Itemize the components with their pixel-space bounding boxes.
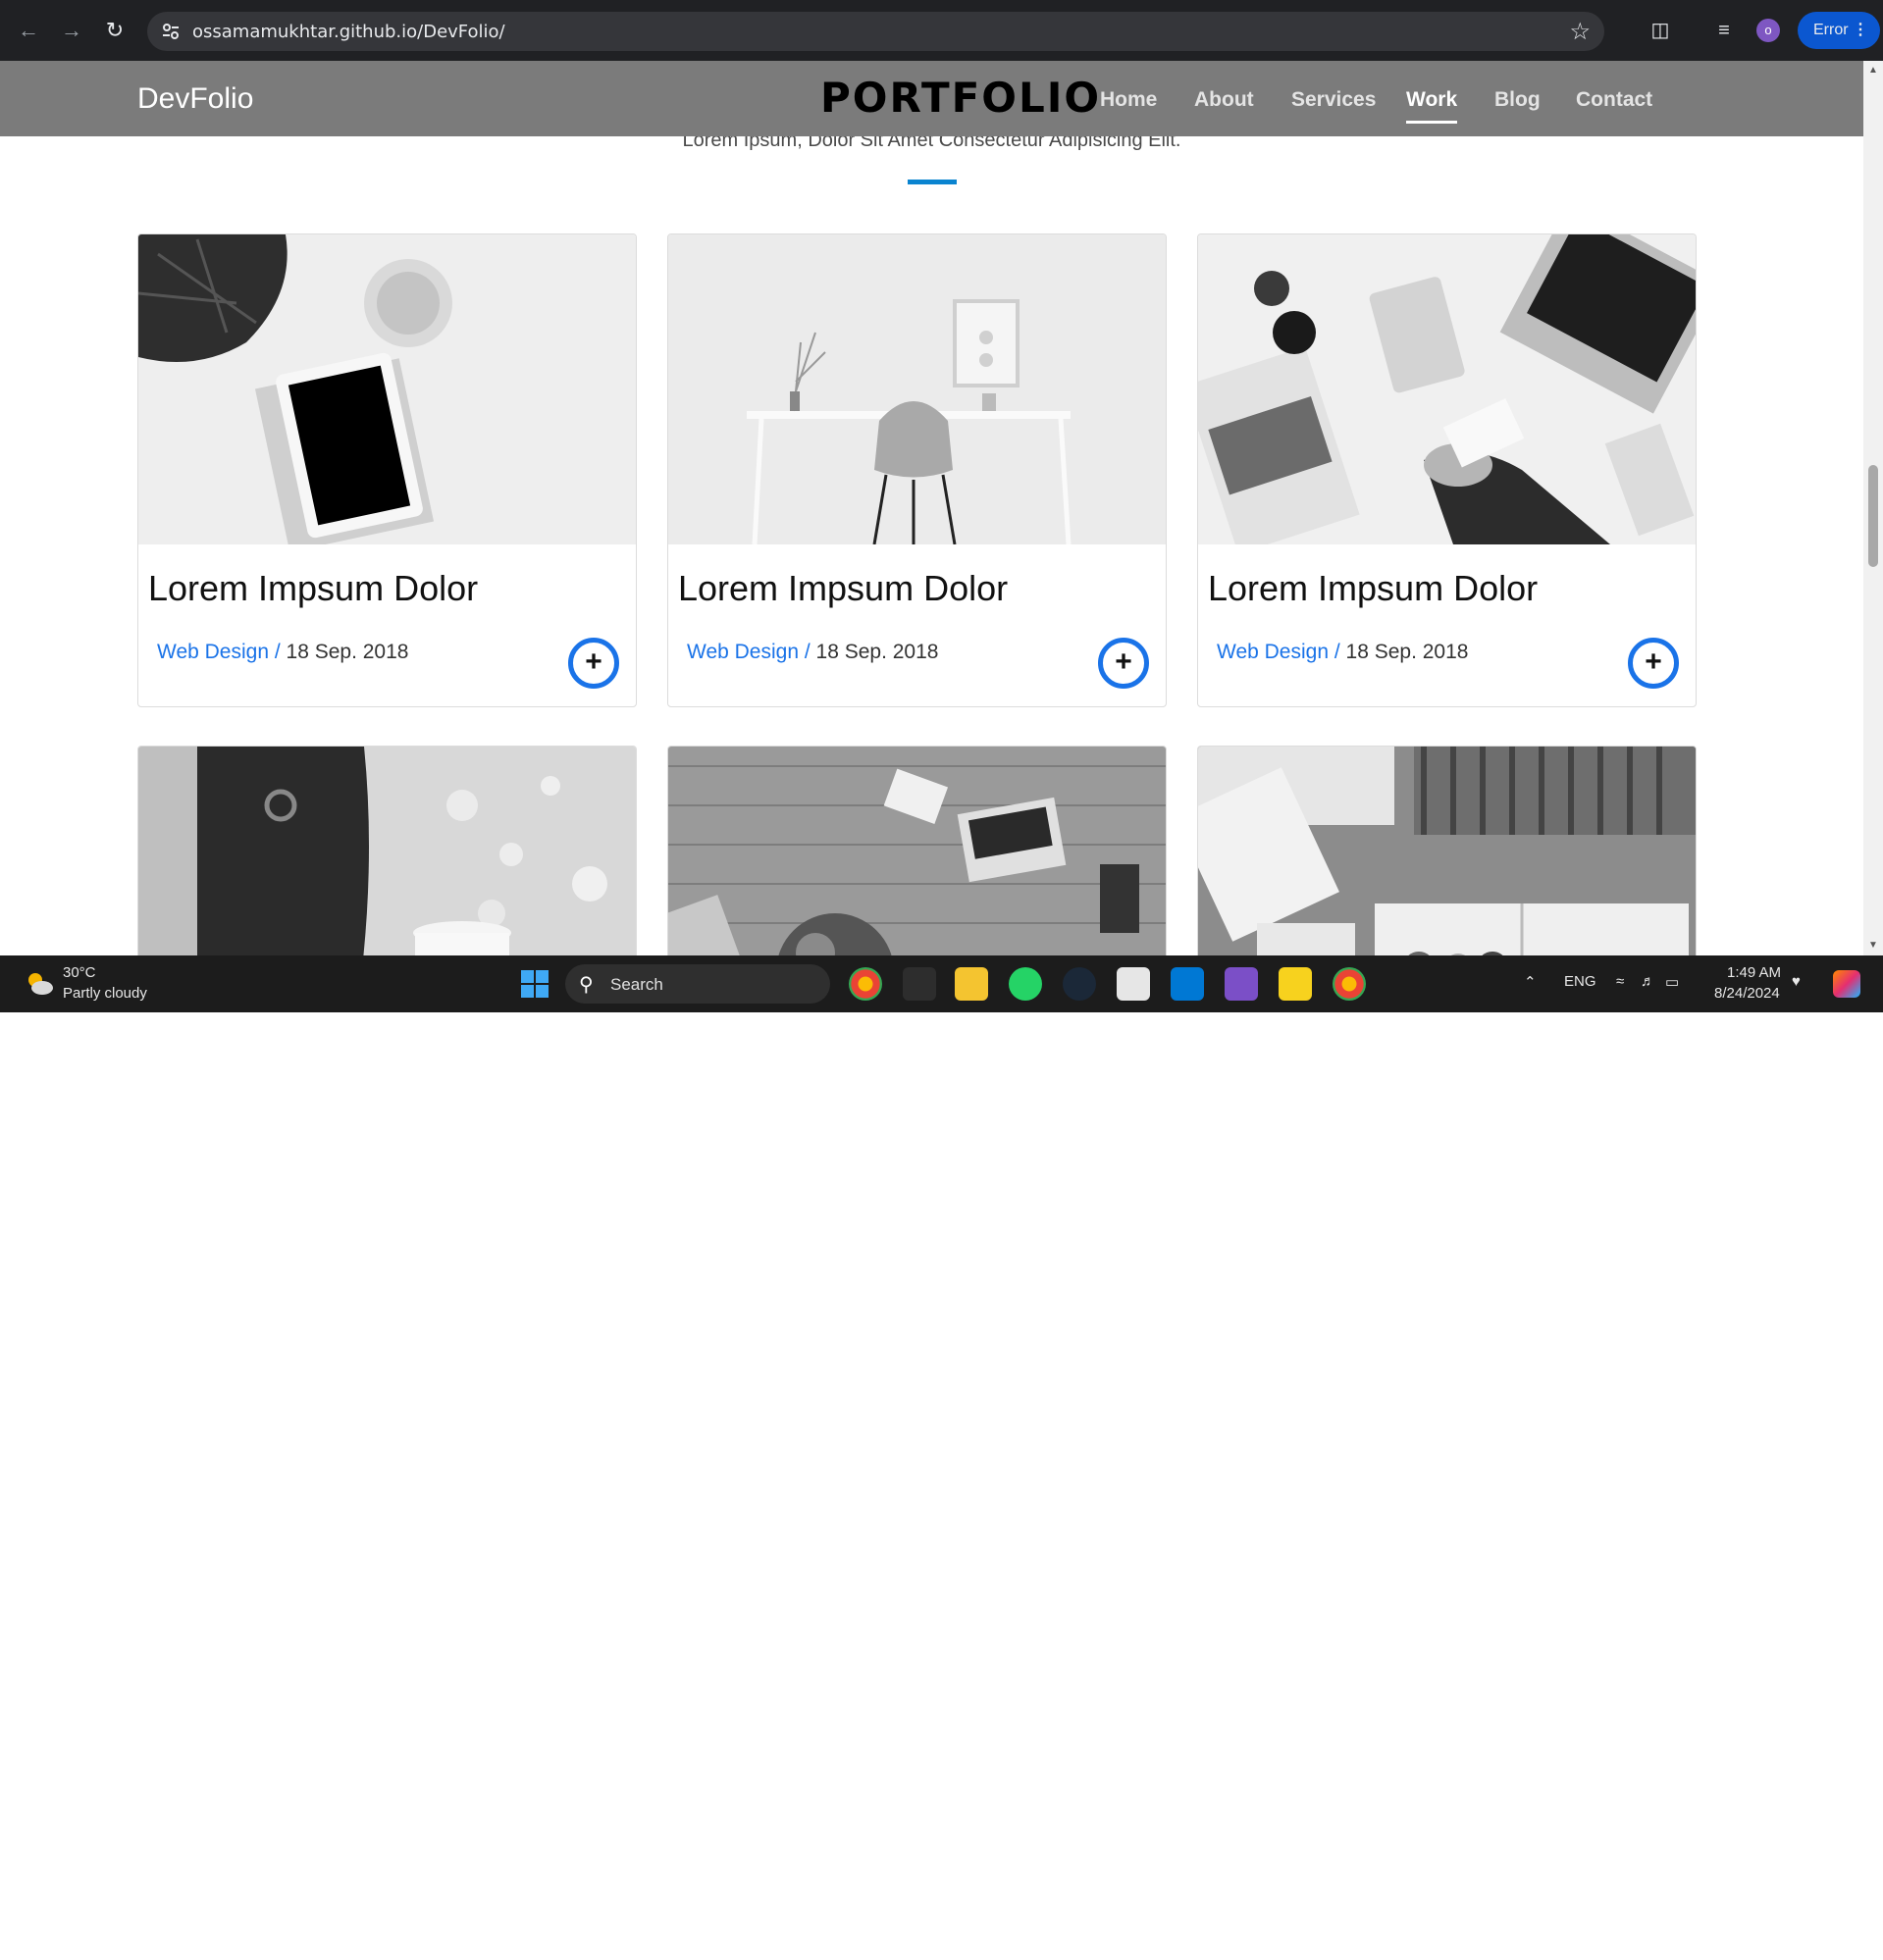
clock-time[interactable]: 1:49 AM	[1727, 964, 1781, 981]
url-text[interactable]: ossamamukhtar.github.io/DevFolio/	[192, 22, 505, 42]
chrome-profile-icon[interactable]	[1333, 967, 1366, 1001]
volume-icon[interactable]: ♬	[1641, 973, 1655, 990]
business-desk-laptop-photo[interactable]	[1198, 234, 1696, 544]
wooden-table-laptop-flowers-photo[interactable]	[668, 747, 1166, 955]
portfolio-card[interactable]	[137, 746, 637, 955]
bookmark-star-icon[interactable]: ☆	[1569, 18, 1591, 46]
card-category[interactable]: Web Design /	[687, 641, 811, 663]
card-date: 18 Sep. 2018	[815, 641, 939, 663]
nav-contact[interactable]: Contact	[1576, 88, 1652, 112]
steam-icon[interactable]	[1063, 967, 1096, 1001]
search-label: Search	[610, 975, 663, 994]
tablet-plant-coffee-photo[interactable]	[138, 234, 636, 544]
card-date: 18 Sep. 2018	[1345, 641, 1469, 663]
error-button[interactable]: Error ⋮	[1798, 12, 1880, 49]
search-icon: ⚲	[579, 974, 594, 996]
card-category[interactable]: Web Design /	[1217, 641, 1340, 663]
sticky-notes-icon[interactable]	[1279, 967, 1312, 1001]
back-icon[interactable]: ←	[14, 16, 43, 45]
scroll-up-icon[interactable]: ▲	[1868, 65, 1878, 76]
plus-icon[interactable]: +	[1628, 638, 1679, 689]
wifi-icon[interactable]: ≈	[1616, 973, 1624, 990]
card-category[interactable]: Web Design /	[157, 641, 281, 663]
copilot-icon[interactable]	[1833, 970, 1860, 998]
nav-blog[interactable]: Blog	[1494, 88, 1541, 112]
portfolio-card[interactable]	[1197, 746, 1697, 955]
plus-icon[interactable]: +	[568, 638, 619, 689]
partly-cloudy-icon[interactable]	[24, 969, 55, 999]
bag-coffee-bokeh-photo[interactable]	[138, 747, 636, 955]
plus-icon[interactable]: +	[1098, 638, 1149, 689]
nav-work[interactable]: Work	[1406, 88, 1458, 124]
visual-studio-icon[interactable]	[1225, 967, 1258, 1001]
taskbar-search[interactable]: ⚲ Search	[565, 964, 830, 1004]
card-title[interactable]: Lorem Impsum Dolor	[148, 568, 478, 609]
extensions-icon[interactable]: ◫	[1646, 16, 1675, 45]
language-indicator[interactable]: ENG	[1564, 973, 1596, 990]
browser-toolbar: ← → ↻ ossamamukhtar.github.io/DevFolio/ …	[0, 0, 1883, 61]
nav-about[interactable]: About	[1194, 88, 1254, 112]
profile-avatar[interactable]: o	[1756, 19, 1780, 42]
portfolio-card[interactable]: Lorem Impsum Dolor Web Design / 18 Sep. …	[137, 233, 637, 707]
store-icon[interactable]	[1117, 967, 1150, 1001]
card-meta: Web Design / 18 Sep. 2018	[157, 641, 408, 664]
scroll-thumb[interactable]	[1868, 465, 1878, 567]
card-meta: Web Design / 18 Sep. 2018	[687, 641, 938, 664]
windows-start-icon[interactable]	[520, 969, 549, 999]
media-controls-icon[interactable]: ≡	[1709, 16, 1739, 45]
file-explorer-icon[interactable]	[955, 967, 988, 1001]
site-settings-icon[interactable]	[161, 22, 181, 41]
forward-icon[interactable]: →	[57, 16, 86, 45]
windows-taskbar: 30°C Partly cloudy ⚲ Search mostaql.com …	[0, 955, 1883, 1959]
scroll-down-icon[interactable]: ▼	[1868, 940, 1878, 951]
keyboard-books-ipod-photo[interactable]	[1198, 747, 1696, 955]
watermark: mostaql.com	[824, 1927, 1028, 1959]
whatsapp-icon[interactable]	[1009, 967, 1042, 1001]
battery-icon[interactable]: ▭	[1665, 973, 1679, 991]
title-underline	[908, 180, 957, 184]
portfolio-card[interactable]: Lorem Impsum Dolor Web Design / 18 Sep. …	[1197, 233, 1697, 707]
desk-chair-photo[interactable]	[668, 234, 1166, 544]
portfolio-card[interactable]	[667, 746, 1167, 955]
more-menu-icon[interactable]: ⋮	[1853, 12, 1868, 49]
page-scrollbar[interactable]: ▲ ▼	[1863, 61, 1883, 955]
clock-date[interactable]: 8/24/2024	[1714, 985, 1780, 1002]
notification-bell-icon[interactable]: ♥	[1792, 973, 1801, 990]
nav-home[interactable]: Home	[1100, 88, 1157, 112]
card-title[interactable]: Lorem Impsum Dolor	[1208, 568, 1538, 609]
weather-temperature[interactable]: 30°C	[63, 964, 96, 981]
page-title: PORTFOLIO	[820, 74, 1102, 122]
chrome-app-icon[interactable]	[849, 967, 882, 1001]
card-date: 18 Sep. 2018	[286, 641, 409, 663]
site-header: DevFolio PORTFOLIO Home About Services W…	[0, 61, 1863, 136]
terminal-app-icon[interactable]	[903, 967, 936, 1001]
card-title[interactable]: Lorem Impsum Dolor	[678, 568, 1008, 609]
site-logo[interactable]: DevFolio	[137, 82, 253, 116]
chevron-up-icon[interactable]: ⌃	[1524, 973, 1537, 991]
error-label: Error	[1813, 22, 1849, 38]
card-meta: Web Design / 18 Sep. 2018	[1217, 641, 1468, 664]
portfolio-card[interactable]: Lorem Impsum Dolor Web Design / 18 Sep. …	[667, 233, 1167, 707]
page-viewport: Lorem Ipsum, Dolor Sit Amet Consectetur …	[0, 61, 1863, 955]
nav-services[interactable]: Services	[1291, 88, 1376, 112]
weather-condition[interactable]: Partly cloudy	[63, 985, 147, 1002]
address-bar[interactable]: ossamamukhtar.github.io/DevFolio/ ☆	[147, 12, 1604, 51]
vscode-icon[interactable]	[1171, 967, 1204, 1001]
reload-icon[interactable]: ↻	[100, 16, 130, 45]
